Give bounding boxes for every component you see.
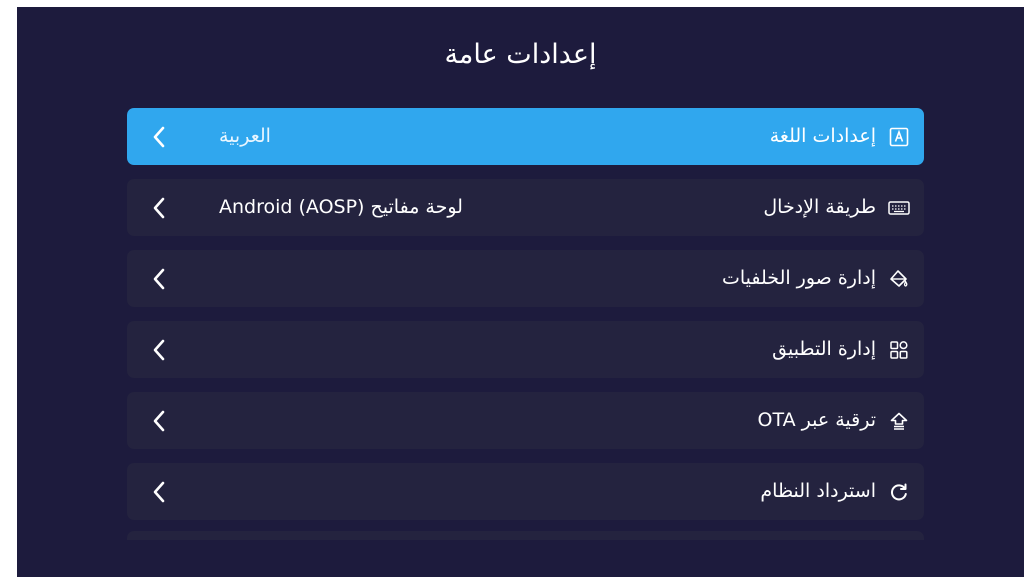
setting-row-language[interactable]: إعدادات اللغة العربية <box>127 108 924 165</box>
settings-screen: إعدادات عامة إعدادات اللغة العربية طريقة… <box>17 7 1024 577</box>
setting-row-app-management[interactable]: إدارة التطبيق <box>127 321 924 378</box>
chevron-left-icon <box>147 463 171 520</box>
setting-row-input-method[interactable]: طريقة الإدخال لوحة مفاتيح Android (AOSP) <box>127 179 924 236</box>
setting-value: لوحة مفاتيح Android (AOSP) <box>219 196 463 218</box>
setting-label: ترقية عبر OTA <box>757 409 876 431</box>
chevron-left-icon <box>147 179 171 236</box>
chevron-left-icon <box>147 108 171 165</box>
setting-value: العربية <box>219 125 271 147</box>
setting-label-group: استرداد النظام <box>760 463 910 520</box>
chevron-left-icon <box>147 250 171 307</box>
setting-row-partial[interactable] <box>127 531 924 540</box>
setting-label: استرداد النظام <box>760 480 876 502</box>
setting-row-ota-upgrade[interactable]: ترقية عبر OTA <box>127 392 924 449</box>
setting-label: إدارة صور الخلفيات <box>722 267 876 289</box>
restore-icon <box>888 481 910 503</box>
setting-row-wallpaper[interactable]: إدارة صور الخلفيات <box>127 250 924 307</box>
setting-row-system-restore[interactable]: استرداد النظام <box>127 463 924 520</box>
keyboard-icon <box>888 197 910 219</box>
wallpaper-icon <box>888 268 910 290</box>
setting-label: طريقة الإدخال <box>763 196 876 218</box>
settings-list[interactable]: إعدادات اللغة العربية طريقة الإدخال لوحة… <box>127 108 924 540</box>
chevron-left-icon <box>147 392 171 449</box>
setting-label-group: إدارة صور الخلفيات <box>722 250 910 307</box>
setting-label: إعدادات اللغة <box>769 125 876 147</box>
setting-label: إدارة التطبيق <box>772 338 876 360</box>
apps-grid-icon <box>888 339 910 361</box>
setting-label-group: إعدادات اللغة <box>770 108 910 165</box>
chevron-left-icon <box>147 321 171 378</box>
setting-label-group: إدارة التطبيق <box>772 321 910 378</box>
page-title: إعدادات عامة <box>444 39 597 70</box>
setting-label-group: ترقية عبر OTA <box>757 392 910 449</box>
language-icon <box>888 126 910 148</box>
upgrade-icon <box>888 410 910 432</box>
setting-label-group: طريقة الإدخال <box>763 179 910 236</box>
